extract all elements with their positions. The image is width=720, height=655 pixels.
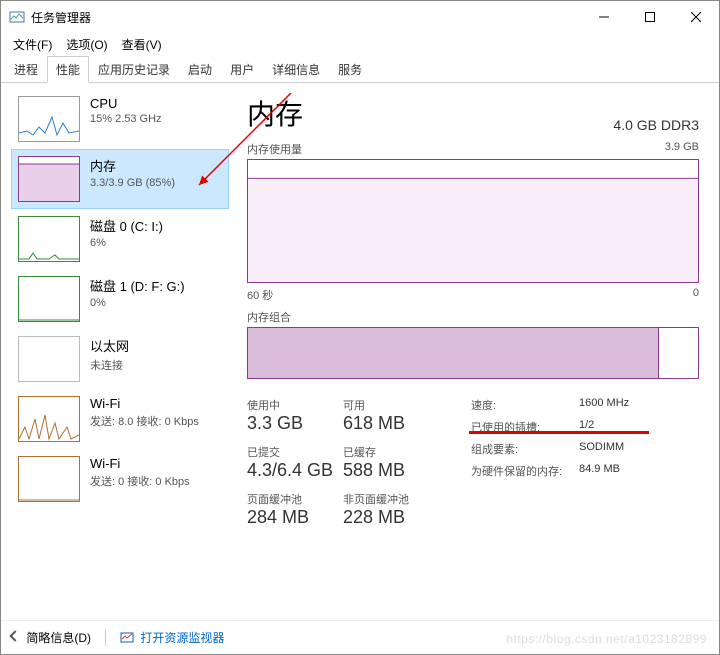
sidebar-item-label: 以太网 [90, 336, 129, 355]
maximize-button[interactable] [627, 1, 673, 33]
stat-label: 使用中 [247, 397, 343, 413]
menubar: 文件(F) 选项(O) 查看(V) [1, 33, 719, 55]
stat-value: 228 MB [343, 507, 453, 528]
tab-services[interactable]: 服务 [329, 56, 371, 83]
titlebar: 任务管理器 [1, 1, 719, 33]
stat-label: 已缓存 [343, 444, 453, 460]
tab-performance[interactable]: 性能 [47, 56, 89, 83]
monitor-icon [120, 631, 134, 645]
stat-label: 已提交 [247, 444, 343, 460]
sidebar-item-cpu[interactable]: CPU 15% 2.53 GHz [11, 89, 229, 149]
statusbar: 简略信息(D) 打开资源监视器 [1, 620, 719, 654]
chevron-up-icon [9, 630, 20, 641]
sidebar-item-stat: 3.3/3.9 GB (85%) [90, 177, 175, 189]
sidebar-item-wifi-0[interactable]: Wi-Fi 发送: 8.0 接收: 0 Kbps [11, 389, 229, 449]
axis-right: 0 [693, 287, 699, 303]
spec-value: 84.9 MB [579, 463, 659, 479]
sidebar-item-label: 磁盘 0 (C: I:) [90, 216, 163, 235]
tab-users[interactable]: 用户 [221, 56, 263, 83]
menu-file[interactable]: 文件(F) [7, 34, 58, 55]
content-area: CPU 15% 2.53 GHz 内存 3.3/3.9 GB (85%) [1, 83, 719, 620]
stats-area: 使用中3.3 GB 可用618 MB 已提交4.3/6.4 GB 已缓存588 … [247, 397, 699, 528]
memory-composition-chart [247, 327, 699, 379]
tabbar: 进程 性能 应用历史记录 启动 用户 详细信息 服务 [1, 55, 719, 83]
tab-app-history[interactable]: 应用历史记录 [89, 56, 179, 83]
stat-label: 可用 [343, 397, 453, 413]
sidebar-item-label: 内存 [90, 156, 175, 175]
tab-processes[interactable]: 进程 [5, 56, 47, 83]
page-title: 内存 [247, 93, 303, 133]
sidebar: CPU 15% 2.53 GHz 内存 3.3/3.9 GB (85%) [1, 83, 239, 620]
close-button[interactable] [673, 1, 719, 33]
spec-value: 1600 MHz [579, 397, 659, 413]
task-manager-window: 任务管理器 文件(F) 选项(O) 查看(V) 进程 性能 应用历史记录 启动 … [0, 0, 720, 655]
axis-left: 60 秒 [247, 287, 273, 303]
sidebar-item-disk0[interactable]: 磁盘 0 (C: I:) 6% [11, 209, 229, 269]
usage-chart-label: 内存使用量 [247, 141, 302, 157]
wifi-thumb-icon [18, 456, 80, 502]
stat-value: 618 MB [343, 413, 453, 434]
memory-thumb-icon [18, 156, 80, 202]
sidebar-item-stat: 发送: 8.0 接收: 0 Kbps [90, 413, 199, 429]
wifi-thumb-icon [18, 396, 80, 442]
main-panel: 内存 4.0 GB DDR3 内存使用量 3.9 GB 60 秒 0 内存组合 [239, 83, 719, 620]
spec-value: SODIMM [579, 441, 659, 457]
sidebar-item-stat: 0% [90, 297, 185, 309]
window-title: 任务管理器 [31, 9, 581, 26]
app-icon [9, 9, 25, 25]
sidebar-item-stat: 未连接 [90, 357, 129, 373]
menu-options[interactable]: 选项(O) [60, 34, 113, 55]
tab-details[interactable]: 详细信息 [263, 56, 329, 83]
spec-label: 速度: [471, 397, 579, 413]
cpu-thumb-icon [18, 96, 80, 142]
menu-view[interactable]: 查看(V) [116, 34, 168, 55]
spec-label: 组成要素: [471, 441, 579, 457]
stat-value: 4.3/6.4 GB [247, 460, 343, 481]
sidebar-item-label: 磁盘 1 (D: F: G:) [90, 276, 185, 295]
usage-chart-max: 3.9 GB [665, 141, 699, 157]
sidebar-item-label: Wi-Fi [90, 456, 190, 471]
stat-value: 3.3 GB [247, 413, 343, 434]
ethernet-thumb-icon [18, 336, 80, 382]
memory-usage-chart [247, 159, 699, 283]
minimize-button[interactable] [581, 1, 627, 33]
composition-label: 内存组合 [247, 309, 699, 325]
disk-thumb-icon [18, 276, 80, 322]
sidebar-item-label: Wi-Fi [90, 396, 199, 411]
sidebar-item-memory[interactable]: 内存 3.3/3.9 GB (85%) [11, 149, 229, 209]
spec-label: 为硬件保留的内存: [471, 463, 579, 479]
stat-value: 588 MB [343, 460, 453, 481]
sidebar-item-stat: 6% [90, 237, 163, 249]
memory-spec: 4.0 GB DDR3 [613, 117, 699, 133]
sidebar-item-wifi-1[interactable]: Wi-Fi 发送: 0 接收: 0 Kbps [11, 449, 229, 509]
annotation-underline [469, 431, 649, 434]
fewer-details-button[interactable]: 简略信息(D) [11, 629, 91, 646]
disk-thumb-icon [18, 216, 80, 262]
stat-label: 页面缓冲池 [247, 491, 343, 507]
sidebar-item-stat: 发送: 0 接收: 0 Kbps [90, 473, 190, 489]
statusbar-separator [105, 630, 106, 646]
sidebar-item-stat: 15% 2.53 GHz [90, 113, 162, 125]
open-resource-monitor-link[interactable]: 打开资源监视器 [120, 629, 224, 646]
sidebar-item-label: CPU [90, 96, 162, 111]
stat-value: 284 MB [247, 507, 343, 528]
sidebar-item-ethernet[interactable]: 以太网 未连接 [11, 329, 229, 389]
sidebar-item-disk1[interactable]: 磁盘 1 (D: F: G:) 0% [11, 269, 229, 329]
tab-startup[interactable]: 启动 [179, 56, 221, 83]
stat-label: 非页面缓冲池 [343, 491, 453, 507]
